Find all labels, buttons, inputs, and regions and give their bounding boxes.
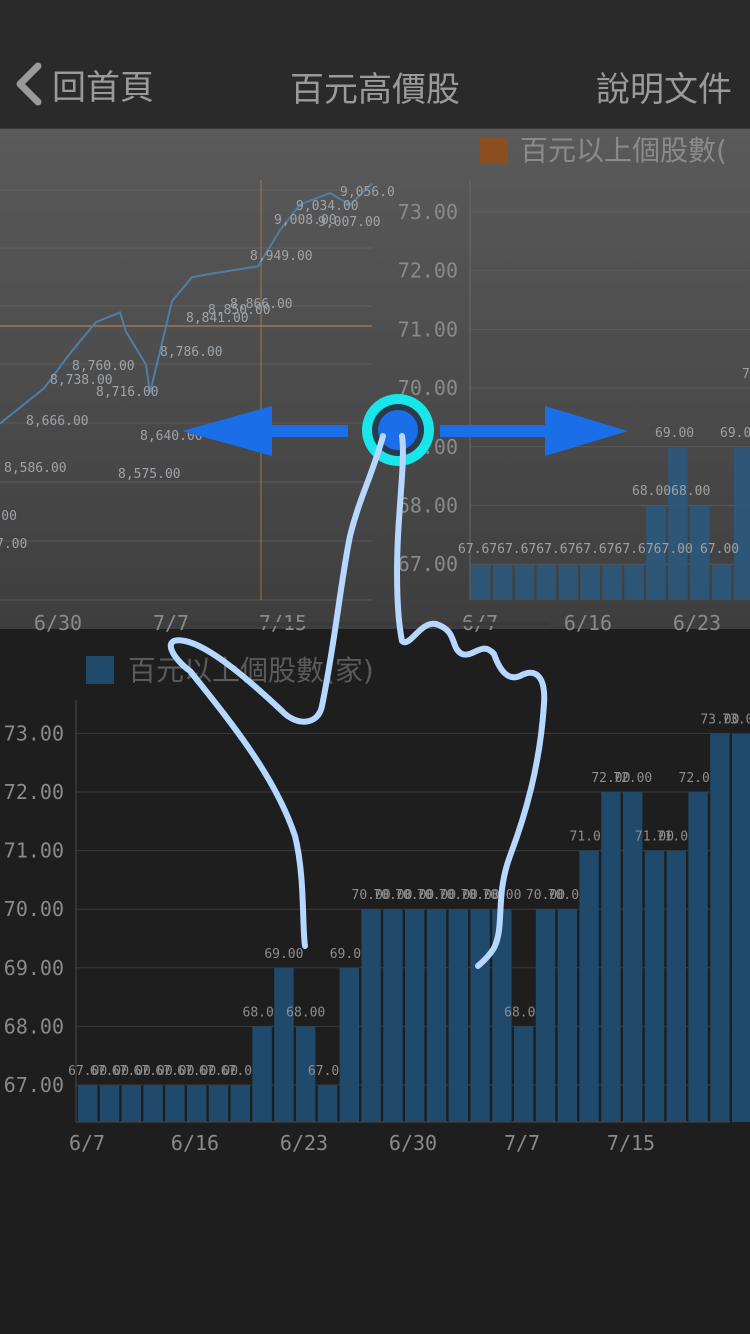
main-bar [644,850,665,1122]
line-data-label: 8,716.00 [96,385,159,400]
line-data-label: 9,056.0 [340,185,395,200]
legend-label: 百元以上個股數(家) [128,654,374,687]
bar-y-tick-label: 73.00 [398,200,458,224]
bar [602,564,622,600]
main-bar [470,909,490,1122]
main-bar [339,967,359,1122]
bar-value-label: 67.00 [700,542,739,557]
line-data-label: 505.00 [0,509,17,524]
line-data-label: 8,786.00 [160,345,223,360]
bar-chart-main: 百元以上個股數(家) 73.00 72.00 71.00 70.00 69.00 68.00… [4,654,750,1155]
line-data-label: 8,640.00 [140,429,203,444]
bar-value-label: 68.0068.00 [632,484,710,499]
legend-label: 百元以上個股數( [520,134,727,167]
main-x-tick-label: 6/23 [280,1131,328,1155]
main-x-tick-label: 7/15 [607,1131,655,1155]
main-bar-value-label: 68.00 [286,1005,325,1020]
bar-y-tick-label: 72.00 [398,259,458,283]
bar [668,447,688,600]
main-bar [448,909,468,1122]
line-x-tick-label: 6/30 [34,611,82,635]
main-bar [732,733,750,1122]
main-bar-value-label: 73.00 [722,712,750,727]
bar [536,564,557,600]
line-x-tick-label: 7/7 [153,611,189,635]
main-y-tick-label: 71.00 [4,839,64,863]
main-bar [514,1026,534,1122]
main-y-tick-label: 72.00 [4,780,64,804]
main-bar [274,967,294,1122]
bar-value-label: 7 [742,367,750,382]
app-screen: 回首頁 百元高價股 說明文件 505.008,586.008,666.008,7… [0,0,750,1334]
main-bar [317,1085,338,1122]
bar-value-label: 69.0 [720,426,750,441]
main-y-tick-label: 70.00 [4,897,64,921]
main-bar [426,909,447,1122]
main-bar [187,1085,207,1122]
line-data-label: 8,575.00 [118,467,181,482]
main-bar [601,792,621,1122]
line-data-label: 8,949.00 [250,249,313,264]
main-bar [78,1085,98,1122]
bar [580,564,600,600]
page-scroll-indicator [190,622,550,626]
bar-y-tick-label: 69.00 [398,435,458,459]
bar-value-label: 69.00 [655,426,694,441]
main-y-tick-label: 67.00 [4,1073,64,1097]
main-x-tick-label: 7/7 [504,1131,540,1155]
main-y-tick-label: 68.00 [4,1014,64,1038]
main-bar-value-label: 72.00 [613,771,652,786]
legend-swatch [480,138,508,164]
main-y-tick-label: 73.00 [4,721,64,745]
main-bar [383,909,403,1122]
main-bar-value-label: 70.00 [482,888,521,903]
charts-canvas[interactable]: 505.008,586.008,666.008,738.008,760.008,… [0,0,750,1334]
bar-y-tick-label: 67.00 [398,552,458,576]
bar-y-tick-label: 68.00 [398,494,458,518]
main-bar [361,909,381,1122]
line-data-label: 8,666.00 [26,414,89,429]
main-bar [252,1026,272,1122]
main-x-tick-label: 6/30 [389,1131,437,1155]
main-bar [666,850,686,1122]
main-bar [121,1085,141,1122]
bar [711,564,732,600]
line-data-label: 9,007.00 [318,215,381,230]
line-data-label: 8,866.00 [230,297,293,312]
bar-value-label: 67.6767.6767.6767.6767.6767.00 [458,542,693,557]
bar [514,564,535,600]
line-data-label: 7.00 [0,537,27,552]
bar [624,564,644,600]
main-bar [165,1085,185,1122]
bar-x-tick-label: 6/16 [564,611,612,635]
line-data-label: 9,034.00 [296,199,359,214]
main-bar [535,909,556,1122]
main-x-tick-label: 6/7 [69,1131,105,1155]
main-bar-value-label: 69.00 [264,947,303,962]
bar [733,447,750,600]
bar-y-tick-label: 71.00 [398,317,458,341]
main-bar [99,1085,120,1122]
line-data-label: 8,760.00 [72,359,135,374]
main-bar [208,1085,229,1122]
main-bar [230,1085,250,1122]
bar [558,564,579,600]
main-x-tick-label: 6/16 [171,1131,219,1155]
legend-swatch [86,656,114,684]
main-bar [405,909,425,1122]
bar-x-tick-label: 6/23 [673,611,721,635]
main-bar [557,909,577,1122]
bar [492,564,513,600]
bar-y-tick-label: 70.00 [398,376,458,400]
main-bar [688,792,708,1122]
line-data-label: 8,586.00 [4,461,67,476]
bar [471,564,491,600]
main-y-tick-label: 69.00 [4,956,64,980]
main-bar [143,1085,163,1122]
main-bar [710,733,730,1122]
main-bar [579,850,599,1122]
